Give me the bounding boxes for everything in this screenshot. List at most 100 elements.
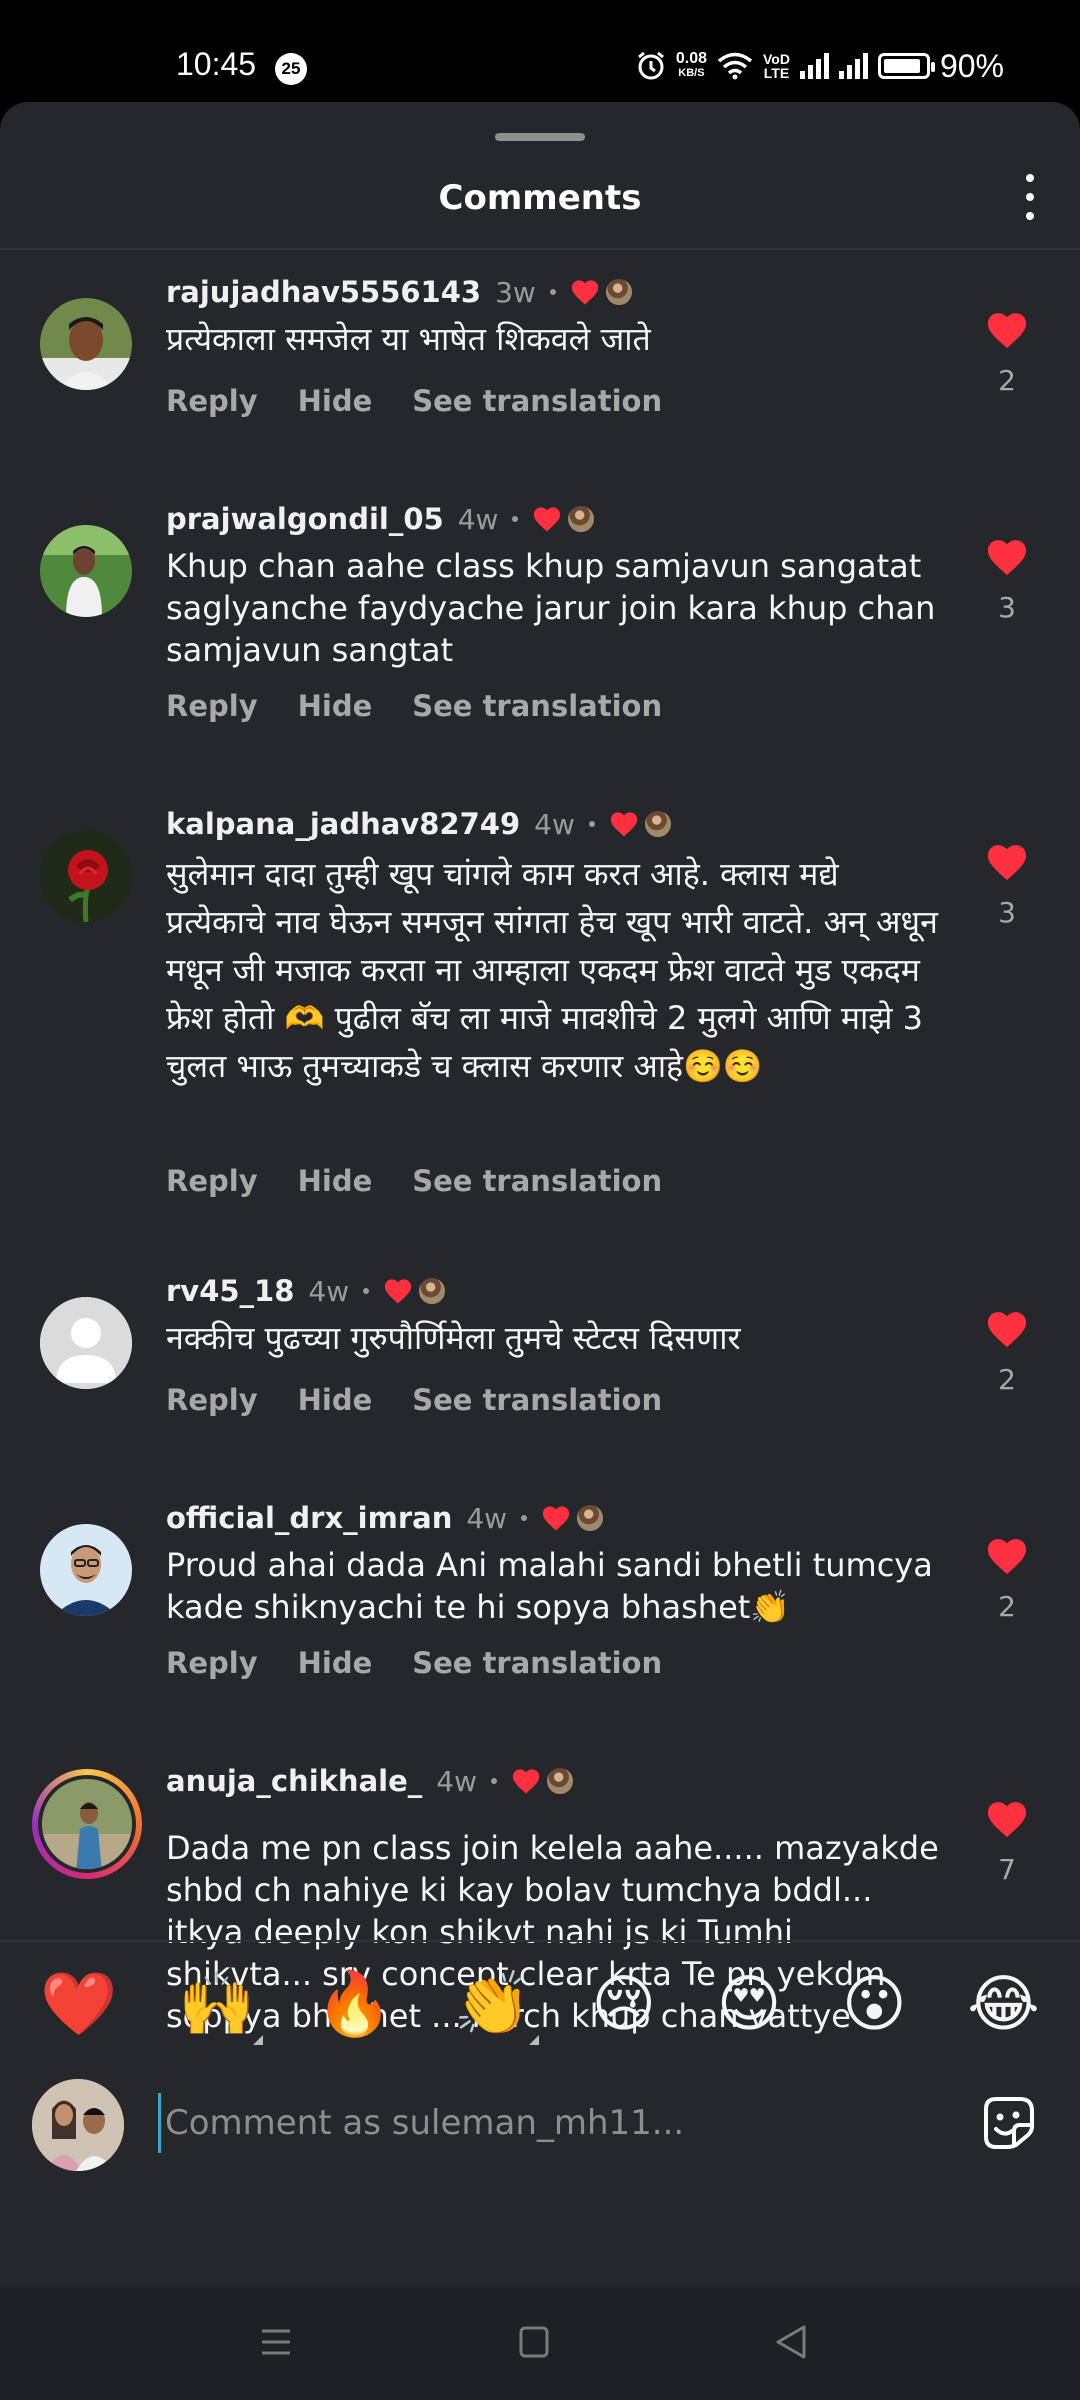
see-translation-button[interactable]: See translation <box>412 1383 662 1417</box>
see-translation-button[interactable]: See translation <box>412 1164 662 1198</box>
battery-fill <box>883 59 920 73</box>
status-time: 10:45 <box>176 46 257 82</box>
emoji-crying-face[interactable]: 😢 <box>591 1968 656 2039</box>
comment-header: prajwalgondil_05 4w <box>166 499 597 539</box>
battery-icon <box>877 53 935 79</box>
avatar[interactable] <box>40 1297 132 1389</box>
emoji-tears-of-joy[interactable]: 😂 <box>967 1968 1039 2039</box>
status-bar: 10:45 25 0.08 KB/S VoD LTE 90% <box>0 0 1080 105</box>
hide-button[interactable]: Hide <box>298 689 373 723</box>
avatar-photo <box>40 298 132 390</box>
comment-username[interactable]: anuja_chikhale_ <box>166 1764 422 1798</box>
volte-top: VoD <box>762 51 790 67</box>
separator-dot <box>490 1778 497 1784</box>
comments-list[interactable]: rajujadhav5556143 3w प्रत्येकाला समजेल य… <box>0 252 1080 2042</box>
reply-button[interactable]: Reply <box>166 384 258 418</box>
comment-username[interactable]: rajujadhav5556143 <box>166 275 481 309</box>
comment-composer <box>0 2065 1080 2185</box>
like-count: 2 <box>998 1590 1016 1623</box>
avatar[interactable] <box>40 1524 132 1616</box>
creator-liked-heart-icon <box>610 812 637 837</box>
avatar[interactable] <box>40 830 132 922</box>
volte-indicator: VoD LTE <box>763 52 790 80</box>
reply-button[interactable]: Reply <box>166 1164 258 1198</box>
status-icons: 0.08 KB/S VoD LTE 90% <box>636 46 1004 86</box>
hide-button[interactable]: Hide <box>298 384 373 418</box>
emoji-raising-hands[interactable]: 🙌 <box>178 1966 264 2045</box>
comment-time: 4w <box>466 1501 508 1535</box>
hide-button[interactable]: Hide <box>298 1646 373 1680</box>
comment-header: anuja_chikhale_ 4w <box>166 1761 575 1801</box>
heart-icon <box>987 1802 1027 1838</box>
network-speed-value: 0.08 <box>675 50 707 67</box>
avatar[interactable] <box>40 525 132 617</box>
comment-text: Khup chan aahe class khup samjavun sanga… <box>166 547 936 669</box>
like-count: 2 <box>998 364 1016 397</box>
emoji-fire[interactable]: 🔥 <box>316 1968 393 2039</box>
emoji-surprised-face[interactable]: 😮 <box>842 1968 907 2039</box>
separator-dot <box>521 1515 528 1521</box>
comment-text: Proud ahai dada Ani malahi sandi bhetli … <box>166 1546 933 1626</box>
drag-handle[interactable] <box>495 133 585 141</box>
like-button[interactable]: 3 <box>985 537 1029 624</box>
see-translation-button[interactable]: See translation <box>412 689 662 723</box>
comment-username[interactable]: official_drx_imran <box>166 1501 452 1535</box>
creator-avatar-mini <box>603 277 634 307</box>
creator-liked-heart-icon <box>385 1279 412 1304</box>
more-options-button[interactable] <box>1020 174 1040 220</box>
hide-button[interactable]: Hide <box>298 1383 373 1417</box>
like-button[interactable]: 3 <box>985 842 1029 929</box>
like-button[interactable]: 2 <box>985 310 1029 397</box>
comment-actions: Reply Hide See translation <box>166 1383 662 1417</box>
like-button[interactable]: 2 <box>985 1309 1029 1396</box>
like-count: 3 <box>998 591 1016 624</box>
separator-dot <box>588 821 595 827</box>
comment-username[interactable]: kalpana_jadhav82749 <box>166 807 520 841</box>
comment-username[interactable]: prajwalgondil_05 <box>166 502 444 536</box>
like-count: 7 <box>998 1853 1016 1886</box>
heart-icon <box>987 1312 1027 1348</box>
see-translation-button[interactable]: See translation <box>412 1646 662 1680</box>
current-user-avatar <box>32 2079 124 2171</box>
emoji-clapping-hands-glyph: 👏 <box>453 1966 531 2040</box>
comment-actions: Reply Hide See translation <box>166 1646 662 1680</box>
emoji-clapping-hands[interactable]: 👏 <box>453 1966 539 2045</box>
emoji-red-heart[interactable]: ❤️ <box>40 1968 117 2039</box>
reply-button[interactable]: Reply <box>166 1646 258 1680</box>
hide-button[interactable]: Hide <box>298 1164 373 1198</box>
reply-button[interactable]: Reply <box>166 689 258 723</box>
comment-header: official_drx_imran 4w <box>166 1498 606 1538</box>
comment-username[interactable]: rv45_18 <box>166 1274 294 1308</box>
separator-dot <box>363 1288 370 1294</box>
back-icon[interactable] <box>762 2317 822 2367</box>
reply-button[interactable]: Reply <box>166 1383 258 1417</box>
comment-input[interactable] <box>158 2093 918 2153</box>
sticker-icon[interactable] <box>976 2091 1040 2155</box>
avatar-photo <box>40 1524 132 1616</box>
alarm-icon <box>637 51 664 80</box>
comment-actions: Reply Hide See translation <box>166 384 662 418</box>
avatar[interactable] <box>40 298 132 390</box>
avatar-photo <box>40 830 132 922</box>
see-translation-button[interactable]: See translation <box>412 384 662 418</box>
like-button[interactable]: 2 <box>985 1536 1029 1623</box>
avatar-with-story-ring[interactable] <box>32 1769 142 1879</box>
recent-apps-icon[interactable] <box>246 2317 306 2367</box>
comment-actions: Reply Hide See translation <box>166 1164 662 1198</box>
emoji-heart-eyes[interactable]: 😍 <box>717 1968 782 2039</box>
creator-avatar-mini <box>642 809 673 839</box>
sheet-title: Comments <box>438 178 642 218</box>
like-count: 2 <box>998 1363 1016 1396</box>
emoji-raising-hands-glyph: 🙌 <box>178 1966 256 2040</box>
volte-bottom: LTE <box>763 65 790 81</box>
like-button[interactable]: 7 <box>985 1799 1029 1886</box>
creator-liked-heart-icon <box>542 1506 570 1531</box>
creator-avatar-mini <box>544 1766 575 1796</box>
heart-icon <box>987 845 1027 881</box>
home-icon[interactable] <box>504 2317 564 2367</box>
skin-tone-indicator <box>528 2034 539 2045</box>
comment-text: नक्कीच पुढच्या गुरुपौर्णिमेला तुमचे स्टे… <box>166 1319 741 1357</box>
comment-header: rajujadhav5556143 3w <box>166 272 634 312</box>
comment-text: सुलेमान दादा तुम्ही खूप चांगले काम करत आ… <box>166 855 938 1085</box>
comment-header: kalpana_jadhav82749 4w <box>166 804 673 844</box>
